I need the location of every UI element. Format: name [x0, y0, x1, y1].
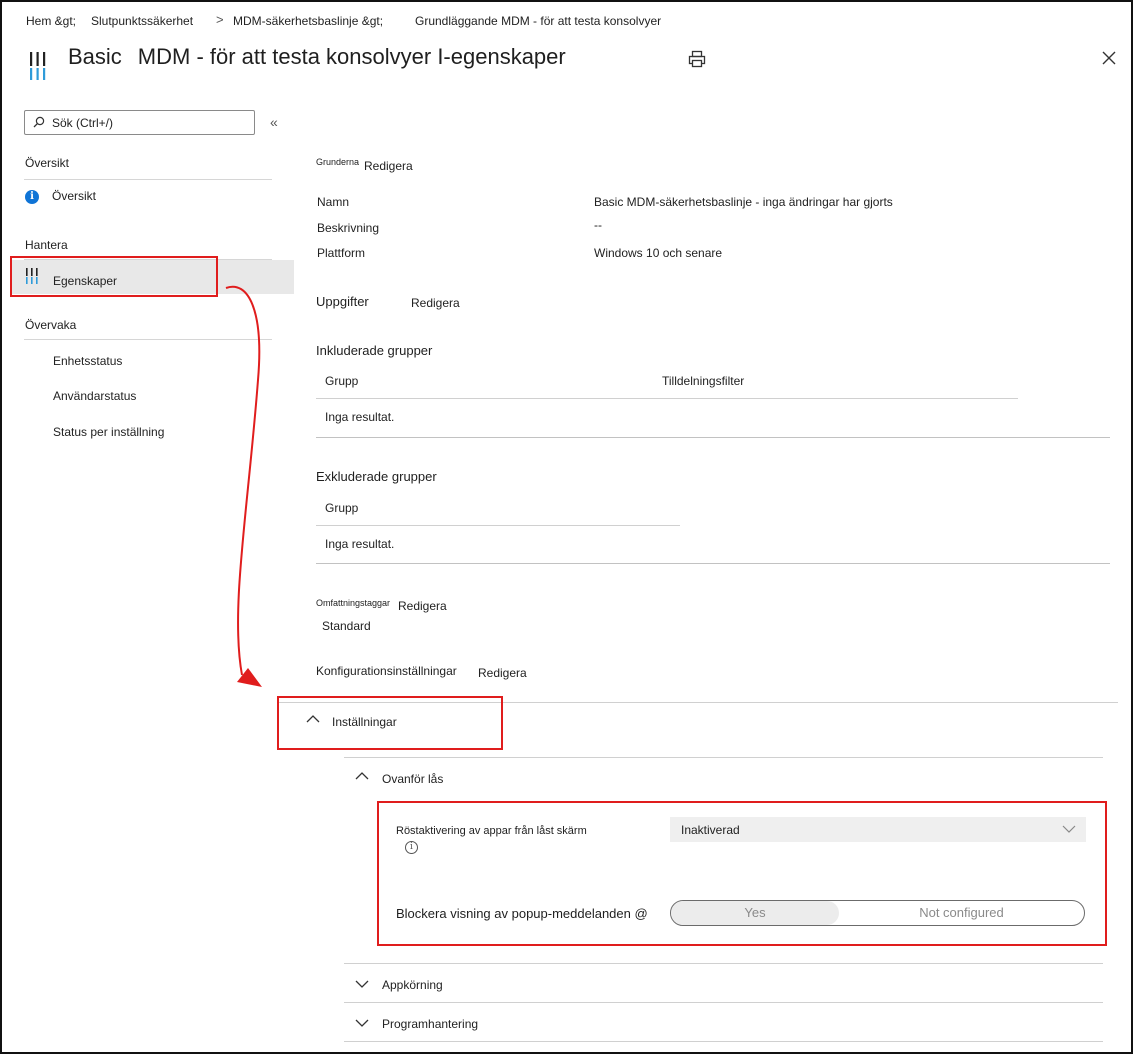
breadcrumb-endpoint-security[interactable]: Slutpunktssäkerhet	[91, 14, 193, 28]
group-above-lock-label[interactable]: Ovanför lås	[382, 772, 443, 786]
section-divider	[344, 963, 1103, 964]
toggle-option-yes[interactable]: Yes	[671, 901, 839, 925]
sidebar-item-per-setting-status[interactable]: Status per inställning	[53, 425, 164, 439]
nav-header-monitor: Övervaka	[25, 318, 77, 332]
info-icon: i	[25, 190, 39, 204]
breadcrumb-home[interactable]: Hem &gt;	[26, 14, 76, 28]
scope-tags-edit-link[interactable]: Redigera	[398, 599, 447, 613]
assignments-heading: Uppgifter	[316, 294, 369, 309]
basics-description-label: Beskrivning	[317, 221, 380, 235]
sidebar-item-overview[interactable]: Översikt	[52, 189, 96, 203]
annotation-arrow	[225, 285, 262, 687]
toggle-option-not-configured[interactable]: Not configured	[839, 901, 1084, 925]
breadcrumb-profile[interactable]: Grundläggande MDM - för att testa konsol…	[415, 14, 661, 28]
search-box[interactable]	[24, 110, 255, 135]
breadcrumb-separator: >	[216, 12, 224, 27]
section-divider	[316, 563, 1110, 564]
highlight-box-settings	[277, 696, 503, 750]
scope-tags-value: Standard	[322, 619, 371, 633]
chevron-up-icon[interactable]	[355, 771, 369, 780]
nav-header-manage: Hantera	[25, 238, 68, 252]
properties-icon	[30, 52, 46, 80]
chevron-down-icon	[1062, 825, 1076, 833]
printer-icon[interactable]	[688, 50, 706, 68]
chevron-down-icon[interactable]	[355, 980, 369, 989]
excluded-groups-heading: Exkluderade grupper	[316, 469, 437, 484]
config-heading: Konfigurationsinställningar	[316, 664, 457, 678]
group-app-runtime-label[interactable]: Appkörning	[382, 978, 443, 992]
table-divider	[316, 398, 1018, 399]
close-icon[interactable]	[1101, 50, 1117, 66]
search-icon	[33, 116, 45, 128]
chevron-down-icon[interactable]	[355, 1019, 369, 1028]
basics-description-value: --	[594, 218, 602, 232]
nav-header-overview: Översikt	[25, 156, 70, 170]
included-col-filter: Tilldelningsfilter	[662, 374, 745, 388]
excluded-empty-text: Inga resultat.	[325, 537, 395, 551]
info-icon[interactable]: i	[405, 841, 418, 854]
basics-platform-label: Plattform	[317, 246, 366, 260]
included-col-group: Grupp	[325, 374, 359, 388]
scope-tags-heading: Omfattningstaggar	[316, 598, 391, 608]
basics-platform-value: Windows 10 och senare	[594, 246, 723, 260]
assignments-edit-link[interactable]: Redigera	[411, 296, 460, 310]
section-divider	[316, 437, 1110, 438]
excluded-col-group: Grupp	[325, 501, 359, 515]
page-title-part1: Basic	[68, 44, 122, 69]
nav-divider	[24, 179, 272, 180]
included-groups-heading: Inkluderade grupper	[316, 343, 433, 358]
config-edit-link[interactable]: Redigera	[478, 666, 527, 680]
basics-name-label: Namn	[317, 195, 350, 209]
basics-heading: Grunderna	[316, 157, 360, 167]
group-app-management-label[interactable]: Programhantering	[382, 1017, 478, 1031]
section-divider	[344, 1041, 1103, 1042]
breadcrumb-baseline[interactable]: MDM-säkerhetsbaslinje &gt;	[233, 14, 383, 28]
basics-edit-link[interactable]: Redigera	[364, 159, 413, 173]
table-divider	[316, 525, 680, 526]
highlight-box-properties	[10, 256, 218, 297]
sidebar-item-device-status[interactable]: Enhetsstatus	[53, 354, 122, 368]
dropdown-value: Inaktiverad	[681, 823, 740, 837]
page-title: Basic MDM - för att testa konsolvyer I-eg…	[68, 44, 566, 70]
collapse-sidebar-button[interactable]: «	[270, 114, 278, 130]
section-divider	[344, 757, 1103, 758]
section-divider	[344, 1002, 1103, 1003]
voice-activation-dropdown[interactable]: Inaktiverad	[670, 817, 1086, 842]
page-title-part2: MDM - för att testa konsolvyer I-egenska…	[137, 44, 566, 69]
block-popup-toggle[interactable]: Yes Not configured	[670, 900, 1085, 926]
setting-voice-activation-label: Röstaktivering av appar från låst skärm	[396, 825, 587, 837]
search-input[interactable]	[52, 114, 248, 132]
included-empty-text: Inga resultat.	[325, 410, 395, 424]
setting-block-popup-label: Blockera visning av popup-meddelanden @	[396, 906, 648, 921]
sidebar-item-user-status[interactable]: Användarstatus	[53, 389, 136, 403]
basics-name-value: Basic MDM-säkerhetsbaslinje - inga ändri…	[594, 195, 893, 209]
